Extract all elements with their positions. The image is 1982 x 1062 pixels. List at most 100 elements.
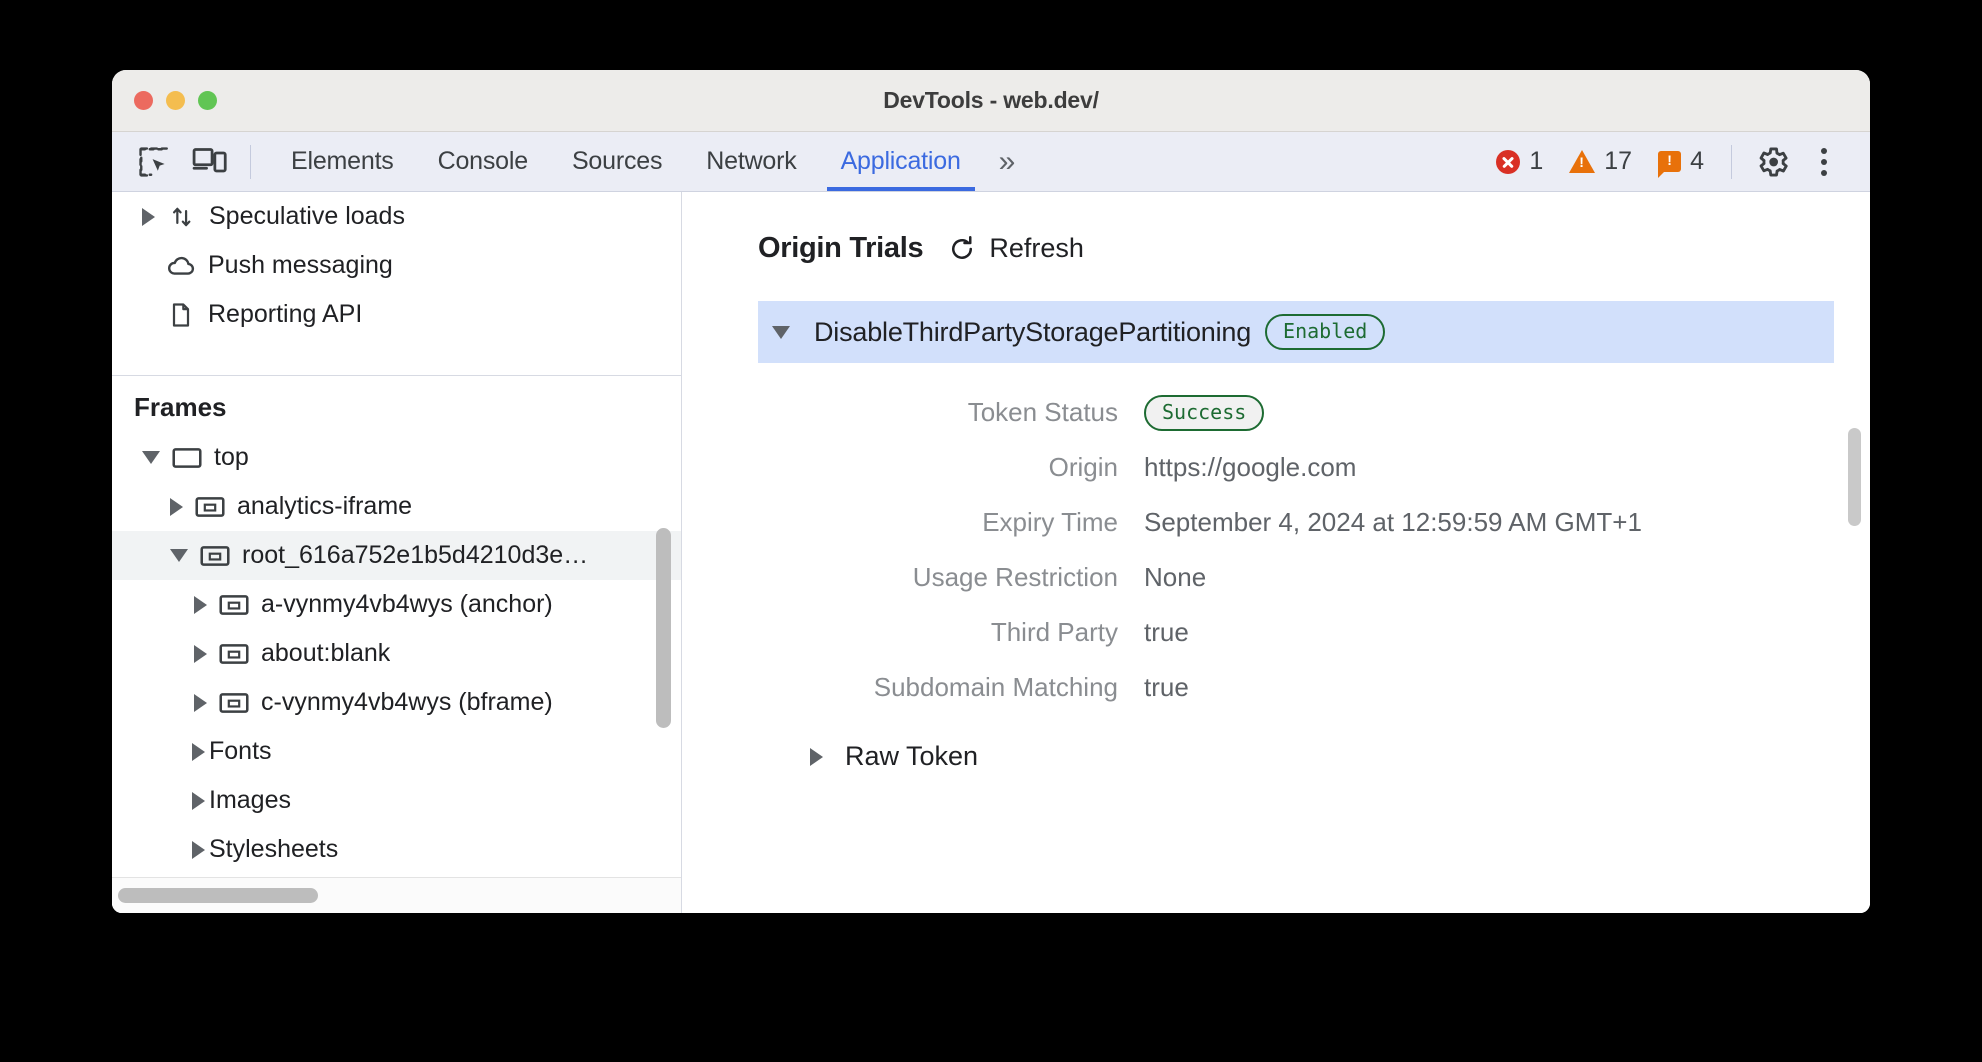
sidebar-item-top[interactable]: top xyxy=(112,433,681,482)
iframe-glyph xyxy=(200,544,230,568)
detail-value: None xyxy=(1144,562,1206,593)
sidebar-item-images[interactable]: Images xyxy=(112,776,681,825)
cloud-icon xyxy=(164,251,198,281)
iframe-glyph xyxy=(219,691,249,715)
more-tabs-icon[interactable]: » xyxy=(983,132,1029,191)
warning-counter[interactable]: 17 xyxy=(1556,147,1645,176)
sidebar-item-label: root_616a752e1b5d4210d3e… xyxy=(242,541,588,570)
raw-token-row[interactable]: Raw Token xyxy=(810,741,1870,772)
document-icon xyxy=(164,301,198,329)
detail-row: Expiry Time September 4, 2024 at 12:59:5… xyxy=(758,495,1870,550)
info-count: 4 xyxy=(1690,147,1704,176)
sidebar-horizontal-scrollbar-thumb[interactable] xyxy=(118,888,318,903)
iframe-icon xyxy=(217,593,251,617)
detail-label: Token Status xyxy=(758,397,1144,428)
sidebar-item-label: a-vynmy4vb4wys (anchor) xyxy=(261,590,553,619)
iframe-icon xyxy=(217,691,251,715)
page-title: Origin Trials xyxy=(758,232,923,265)
error-count: 1 xyxy=(1529,147,1543,176)
chevron-down-icon[interactable] xyxy=(772,326,790,339)
device-toolbar-icon[interactable] xyxy=(182,132,238,191)
detail-label: Usage Restriction xyxy=(758,562,1144,593)
detail-value: Success xyxy=(1144,395,1264,431)
iframe-icon xyxy=(193,495,227,519)
sidebar-scroll-area[interactable]: Speculative loads Push messaging xyxy=(112,192,681,877)
devtools-toolbar: Elements Console Sources Network Applica… xyxy=(112,132,1870,192)
iframe-glyph xyxy=(195,495,225,519)
panel-header: Origin Trials Refresh xyxy=(758,232,1870,265)
sidebar-item-label: Images xyxy=(209,786,291,815)
detail-row: Token Status Success xyxy=(758,385,1870,440)
detail-value: true xyxy=(1144,672,1189,703)
tab-sources[interactable]: Sources xyxy=(550,132,684,191)
sidebar-item-reporting-api[interactable]: Reporting API xyxy=(112,290,681,339)
chevron-right-icon[interactable] xyxy=(810,748,823,766)
origin-trials-content: Origin Trials Refresh DisableThirdPartyS… xyxy=(682,192,1870,772)
toolbar-divider-2 xyxy=(1731,145,1732,179)
gear-icon[interactable] xyxy=(1746,136,1798,188)
iframe-icon xyxy=(198,544,232,568)
sidebar-item-root-frame[interactable]: root_616a752e1b5d4210d3e… xyxy=(112,531,681,580)
toolbar-divider xyxy=(250,145,251,179)
toolbar-status-area: 1 17 4 xyxy=(1483,132,1870,191)
refresh-button[interactable]: Refresh xyxy=(947,233,1084,264)
main-vertical-scrollbar[interactable] xyxy=(1848,428,1861,526)
chevron-right-icon[interactable] xyxy=(194,596,207,614)
detail-row: Third Party true xyxy=(758,605,1870,660)
info-message-icon xyxy=(1658,151,1681,172)
iframe-glyph xyxy=(219,593,249,617)
sidebar-item-stylesheets[interactable]: Stylesheets xyxy=(112,825,681,874)
chevron-right-icon[interactable] xyxy=(194,645,207,663)
window-titlebar: DevTools - web.dev/ xyxy=(112,70,1870,132)
sidebar-item-fonts[interactable]: Fonts xyxy=(112,727,681,776)
token-status-badge: Success xyxy=(1144,395,1264,431)
sidebar-item-push-messaging[interactable]: Push messaging xyxy=(112,241,681,290)
sidebar-horizontal-scrollbar-track[interactable] xyxy=(112,877,681,913)
sidebar-item-label: top xyxy=(214,443,249,472)
maximize-window-button[interactable] xyxy=(198,91,217,110)
chevron-right-icon[interactable] xyxy=(194,694,207,712)
chevron-double-right-icon: » xyxy=(999,147,1013,177)
minimize-window-button[interactable] xyxy=(166,91,185,110)
error-counter[interactable]: 1 xyxy=(1483,147,1556,176)
tab-network-label: Network xyxy=(706,147,796,176)
sidebar-item-label: Push messaging xyxy=(208,251,393,280)
sidebar-item-bframe[interactable]: c-vynmy4vb4wys (bframe) xyxy=(112,678,681,727)
chevron-right-icon[interactable] xyxy=(192,841,205,859)
info-counter[interactable]: 4 xyxy=(1645,147,1717,176)
chevron-right-icon[interactable] xyxy=(192,743,205,761)
chevron-down-icon[interactable] xyxy=(142,451,160,464)
kebab-dots xyxy=(1821,148,1827,176)
tab-network[interactable]: Network xyxy=(684,132,818,191)
sidebar-item-analytics-iframe[interactable]: analytics-iframe xyxy=(112,482,681,531)
sidebar-item-anchor-frame[interactable]: a-vynmy4vb4wys (anchor) xyxy=(112,580,681,629)
chevron-right-icon[interactable] xyxy=(170,498,183,516)
sidebar-item-label: Fonts xyxy=(209,737,272,766)
cloud-glyph xyxy=(166,251,196,281)
tab-console[interactable]: Console xyxy=(416,132,550,191)
window-title: DevTools - web.dev/ xyxy=(112,87,1870,114)
sidebar-item-label: c-vynmy4vb4wys (bframe) xyxy=(261,688,553,717)
sidebar-vertical-scrollbar[interactable] xyxy=(656,528,671,728)
chevron-down-icon[interactable] xyxy=(170,549,188,562)
status-badge: Enabled xyxy=(1265,314,1385,350)
detail-value: https://google.com xyxy=(1144,452,1356,483)
origin-trial-header-row[interactable]: DisableThirdPartyStoragePartitioning Ena… xyxy=(758,301,1834,363)
chevron-right-icon[interactable] xyxy=(142,208,155,226)
inspect-element-icon[interactable] xyxy=(126,132,182,191)
sidebar-item-about-blank[interactable]: about:blank xyxy=(112,629,681,678)
tab-elements[interactable]: Elements xyxy=(269,132,416,191)
sidebar-item-label: Stylesheets xyxy=(209,835,338,864)
sidebar-item-label: Reporting API xyxy=(208,300,362,329)
detail-label: Origin xyxy=(758,452,1144,483)
tab-application[interactable]: Application xyxy=(819,132,983,191)
sidebar-item-speculative-loads[interactable]: Speculative loads xyxy=(112,192,681,241)
sidebar-item-label: analytics-iframe xyxy=(237,492,412,521)
warning-icon xyxy=(1569,150,1595,173)
raw-token-label: Raw Token xyxy=(845,741,978,772)
detail-value: true xyxy=(1144,617,1189,648)
devtools-body: Speculative loads Push messaging xyxy=(112,192,1870,913)
kebab-menu-icon[interactable] xyxy=(1798,136,1850,188)
chevron-right-icon[interactable] xyxy=(192,792,205,810)
close-window-button[interactable] xyxy=(134,91,153,110)
